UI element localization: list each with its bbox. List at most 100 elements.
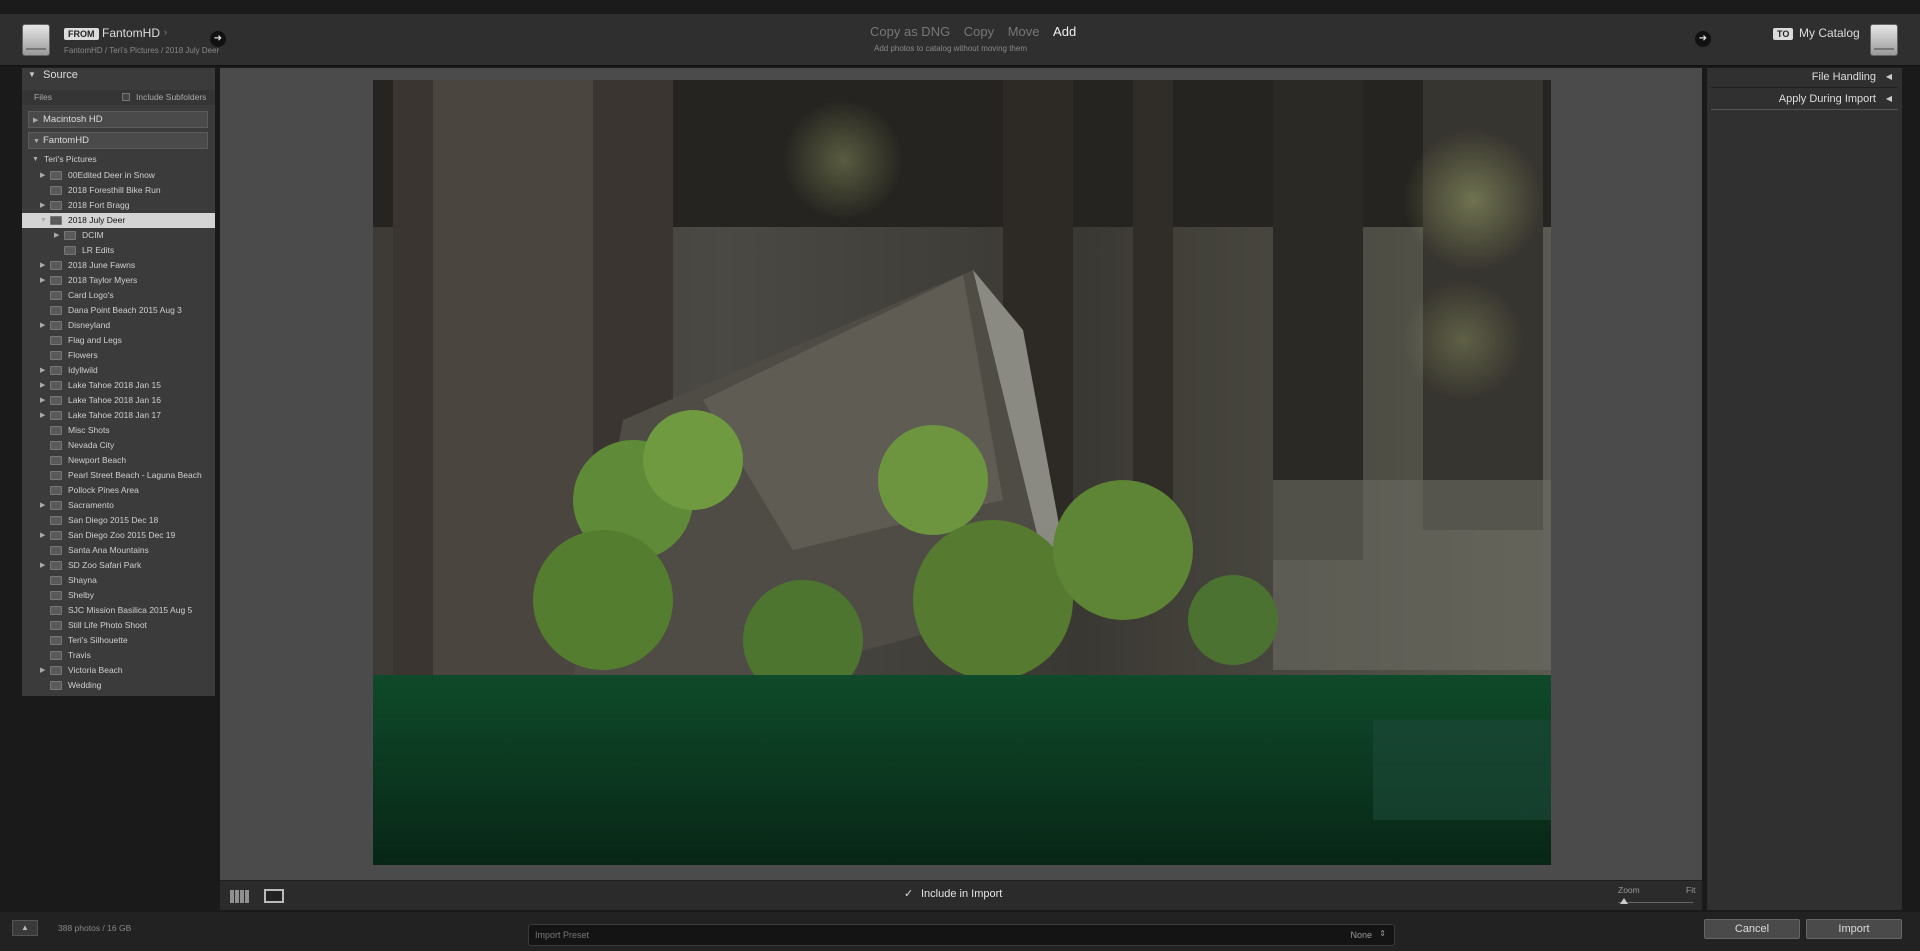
include-subfolders-checkbox[interactable]: [122, 93, 130, 101]
arrow-right-icon[interactable]: ➜: [210, 31, 226, 47]
folder-icon: [50, 261, 62, 270]
folder-row[interactable]: ▶ San Diego Zoo 2015 Dec 19: [22, 528, 215, 543]
expand-arrow-icon[interactable]: ▶: [40, 273, 45, 288]
loupe-view-icon[interactable]: [264, 889, 284, 903]
expand-arrow-icon[interactable]: ▶: [40, 393, 45, 408]
preset-dropdown-icon[interactable]: ⇕: [1379, 929, 1386, 938]
folder-row[interactable]: SJC Mission Basilica 2015 Aug 5: [22, 603, 215, 618]
expand-arrow-icon[interactable]: ▶: [40, 663, 45, 678]
collapse-arrow-icon[interactable]: ◀: [1886, 94, 1892, 103]
source-drive-icon[interactable]: [22, 24, 50, 56]
folder-row[interactable]: Wedding: [22, 678, 215, 693]
expand-arrow-icon[interactable]: ▶: [40, 258, 45, 273]
folder-row[interactable]: Shayna: [22, 573, 215, 588]
folder-row[interactable]: Card Logo's: [22, 288, 215, 303]
zoom-slider-thumb[interactable]: [1620, 898, 1628, 904]
expand-arrow-icon[interactable]: ▶: [40, 168, 45, 183]
preview-toolbar: ✓ Include in Import Zoom Fit: [220, 880, 1702, 910]
to-catalog-label[interactable]: My Catalog: [1799, 26, 1860, 40]
arrow-right-icon[interactable]: ➜: [1695, 31, 1711, 47]
folder-icon: [50, 606, 62, 615]
folder-row[interactable]: Flag and Legs: [22, 333, 215, 348]
source-panel-header[interactable]: ▼ Source: [22, 68, 215, 85]
folder-row[interactable]: Teri's Silhouette: [22, 633, 215, 648]
drive-macintosh-hd[interactable]: ▶ Macintosh HD: [28, 111, 208, 128]
expand-arrow-icon[interactable]: ▶: [40, 318, 45, 333]
zoom-fit-label: Fit: [1686, 885, 1696, 895]
apply-during-import-header[interactable]: Apply During Import ◀: [1711, 90, 1898, 110]
folder-row[interactable]: Still Life Photo Shoot: [22, 618, 215, 633]
checkmark-icon[interactable]: ✓: [904, 887, 913, 900]
folder-icon: [50, 486, 62, 495]
collapse-arrow-icon[interactable]: ▼: [28, 70, 36, 79]
expand-arrow-icon[interactable]: ▶: [54, 228, 59, 243]
folder-row[interactable]: LR Edits: [22, 243, 215, 258]
folder-row[interactable]: ▼ 2018 July Deer: [22, 213, 215, 228]
file-handling-header[interactable]: File Handling ◀: [1711, 68, 1898, 88]
import-preset-bar[interactable]: Import Preset None ⇕: [528, 924, 1395, 946]
folder-row[interactable]: ▶ 00Edited Deer in Snow: [22, 168, 215, 183]
folder-row[interactable]: ▶ DCIM: [22, 228, 215, 243]
folder-row[interactable]: ▶ SD Zoo Safari Park: [22, 558, 215, 573]
folder-row[interactable]: ▶ Lake Tahoe 2018 Jan 17: [22, 408, 215, 423]
folder-row[interactable]: ▶ 2018 June Fawns: [22, 258, 215, 273]
folder-row[interactable]: San Diego 2015 Dec 18: [22, 513, 215, 528]
destination-drive-icon[interactable]: [1870, 24, 1898, 56]
folder-row[interactable]: ▶ Idyllwild: [22, 363, 215, 378]
folder-row[interactable]: Nevada City: [22, 438, 215, 453]
folder-row[interactable]: Santa Ana Mountains: [22, 543, 215, 558]
expand-arrow-icon[interactable]: ▶: [40, 528, 45, 543]
folder-row[interactable]: ▶ 2018 Fort Bragg: [22, 198, 215, 213]
expand-arrow-icon[interactable]: ▶: [40, 498, 45, 513]
folder-row[interactable]: ▶ Lake Tahoe 2018 Jan 16: [22, 393, 215, 408]
folder-icon: [50, 336, 62, 345]
folder-row[interactable]: Flowers: [22, 348, 215, 363]
mode-copy[interactable]: Copy: [964, 24, 994, 39]
folder-row[interactable]: Shelby: [22, 588, 215, 603]
folder-row[interactable]: ▶ 2018 Taylor Myers: [22, 273, 215, 288]
folder-label: Card Logo's: [68, 290, 114, 300]
collapse-arrow-icon[interactable]: ◀: [1886, 72, 1892, 81]
folder-label: Lake Tahoe 2018 Jan 15: [68, 380, 161, 390]
import-button[interactable]: Import: [1806, 919, 1902, 939]
mode-add[interactable]: Add: [1053, 24, 1076, 39]
tree-stump-photo: [373, 80, 1551, 865]
folder-row[interactable]: Misc Shots: [22, 423, 215, 438]
drive-fantomhd[interactable]: ▼ FantomHD: [28, 132, 208, 149]
grid-view-icon[interactable]: [230, 890, 250, 903]
from-drive-label[interactable]: FantomHD: [102, 26, 160, 40]
collapse-arrow-icon[interactable]: ▼: [40, 213, 47, 228]
folder-row[interactable]: Newport Beach: [22, 453, 215, 468]
expand-arrow-icon[interactable]: ▶: [40, 363, 45, 378]
folder-row[interactable]: Travis: [22, 648, 215, 663]
mode-move[interactable]: Move: [1008, 24, 1040, 39]
folder-label: Victoria Beach: [68, 665, 123, 675]
folder-row[interactable]: ▶ Lake Tahoe 2018 Jan 15: [22, 378, 215, 393]
zoom-slider-track[interactable]: [1618, 902, 1693, 903]
include-subfolders-label[interactable]: Include Subfolders: [136, 92, 206, 102]
expand-arrow-icon[interactable]: ▶: [40, 198, 45, 213]
include-in-import-label[interactable]: Include in Import: [921, 888, 1002, 900]
from-drive-chevron-icon[interactable]: ›: [164, 27, 167, 37]
import-footer: ▲ 388 photos / 16 GB Import Preset None …: [0, 912, 1920, 951]
folder-row[interactable]: ▶ Sacramento: [22, 498, 215, 513]
expand-arrow-icon[interactable]: ▶: [40, 558, 45, 573]
folder-row[interactable]: ▶ Victoria Beach: [22, 663, 215, 678]
import-preset-value[interactable]: None: [1350, 930, 1372, 940]
folder-row[interactable]: 2018 Foresthill Bike Run: [22, 183, 215, 198]
folder-row[interactable]: ▶ Disneyland: [22, 318, 215, 333]
folder-row[interactable]: Pollock Pines Area: [22, 483, 215, 498]
expand-arrow-icon[interactable]: ▶: [33, 113, 38, 128]
from-tag: FROM: [64, 28, 99, 40]
import-modes: Copy as DNG Copy Move Add: [870, 24, 1076, 39]
expand-arrow-icon[interactable]: ▶: [40, 408, 45, 423]
collapse-arrow-icon[interactable]: ▼: [33, 134, 40, 149]
expand-arrow-icon[interactable]: ▶: [40, 378, 45, 393]
cancel-button[interactable]: Cancel: [1704, 919, 1800, 939]
root-folder-row[interactable]: ▼ Teri's Pictures: [22, 152, 215, 167]
mode-copy-as-dng[interactable]: Copy as DNG: [870, 24, 950, 39]
collapse-arrow-icon[interactable]: ▼: [32, 152, 39, 167]
folder-row[interactable]: Dana Point Beach 2015 Aug 3: [22, 303, 215, 318]
folder-row[interactable]: Pearl Street Beach - Laguna Beach: [22, 468, 215, 483]
collapse-arrow-icon[interactable]: ▲: [12, 920, 38, 936]
